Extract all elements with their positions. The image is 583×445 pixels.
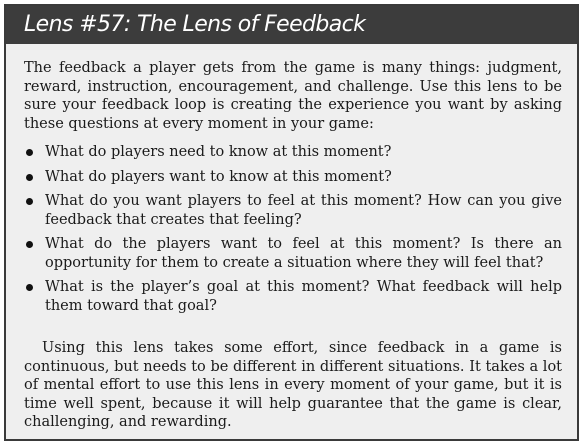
bullet-icon <box>26 284 33 291</box>
bullet-icon <box>26 149 33 156</box>
question-text: What do players want to know at this mom… <box>45 168 392 185</box>
bullet-icon <box>26 241 33 248</box>
question-text: What do players need to know at this mom… <box>45 144 392 160</box>
lens-header: Lens #57: The Lens of Feedback <box>6 6 577 44</box>
intro-paragraph: The feedback a player gets from the game… <box>24 60 562 132</box>
question-item: What do players need to know at this mom… <box>24 143 562 162</box>
question-list: What do players need to know at this mom… <box>24 143 562 315</box>
question-item: What is the player’s goal at this moment… <box>24 278 562 315</box>
bullet-icon <box>26 173 33 181</box>
question-item: What do you want players to feel at this… <box>24 192 562 229</box>
question-text: What is the player’s goal at this moment… <box>45 279 562 314</box>
question-text: What do you want players to feel at this… <box>45 193 562 228</box>
lens-title: Lens #57: The Lens of Feedback <box>24 12 366 37</box>
question-item: What do players want to know at this mom… <box>24 168 562 187</box>
closing-paragraph: Using this lens takes some effort, since… <box>24 340 562 430</box>
question-item: What do the players want to feel at this… <box>24 235 562 272</box>
lens-content: The feedback a player gets from the game… <box>24 59 562 432</box>
lens-box: Lens #57: The Lens of Feedback The feedb… <box>4 4 579 441</box>
question-text: What do the players want to feel at this… <box>45 236 562 271</box>
bullet-icon <box>26 198 33 205</box>
